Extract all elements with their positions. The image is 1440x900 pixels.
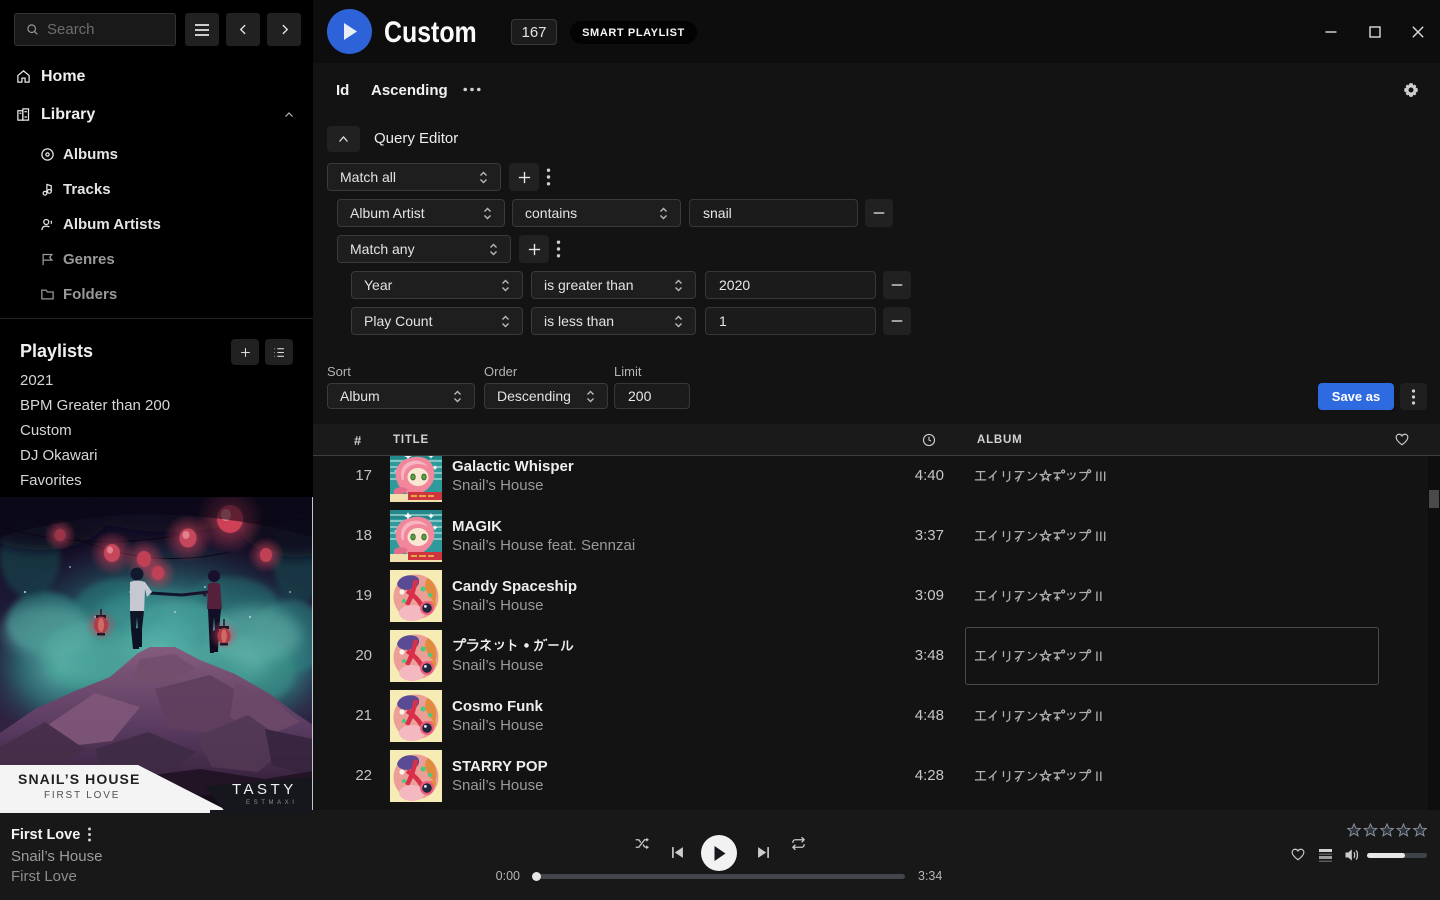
svg-text:TASTY: TASTY <box>232 781 297 798</box>
svg-text:ESTMAXI: ESTMAXI <box>246 800 298 806</box>
svg-text:SNAIL’S HOUSE: SNAIL’S HOUSE <box>18 771 140 787</box>
svg-text:FIRST LOVE: FIRST LOVE <box>44 790 120 801</box>
